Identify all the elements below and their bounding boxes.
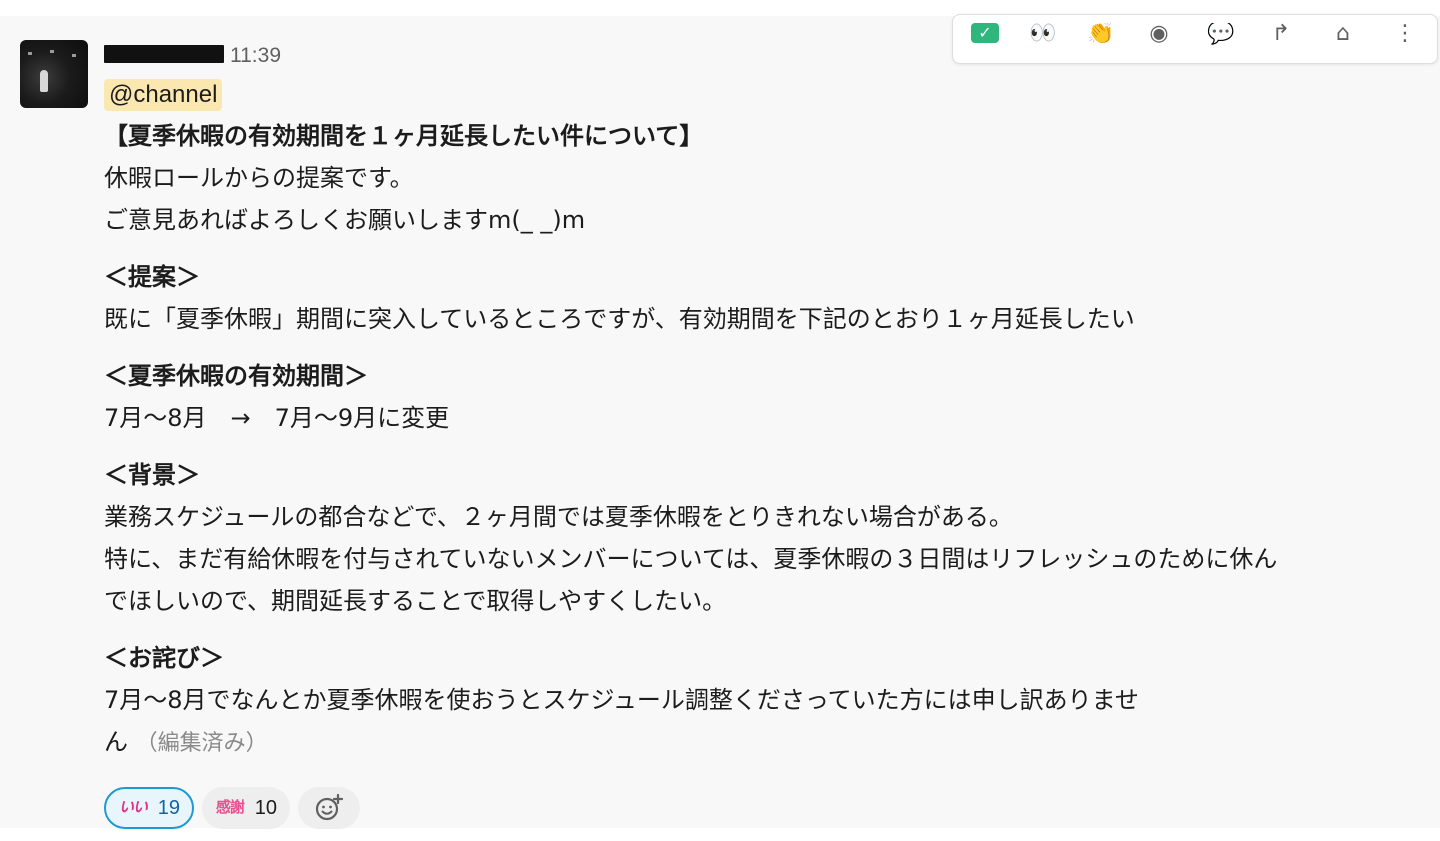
wow-emoji-icon: いいね! <box>118 799 148 816</box>
reaction-count: 10 <box>254 797 277 819</box>
avatar[interactable] <box>20 40 88 108</box>
text-line: 休暇ロールからの提案です。 <box>104 164 414 192</box>
text-line: 特に、まだ有給休暇を付与されていないメンバーについては、夏季休暇の３日間はリフレ… <box>104 545 1278 573</box>
clapping-hands-icon[interactable]: 👏 <box>1083 23 1119 47</box>
reaction-count: 19 <box>157 797 180 819</box>
text-line: 7月〜8月 → 7月〜9月に変更 <box>104 404 450 432</box>
sender-name[interactable]: ████████ <box>104 45 224 63</box>
comment-icon[interactable]: 💬 <box>1203 23 1239 47</box>
section-heading-background: ＜背景＞ <box>104 461 200 489</box>
text-line-last: ん （編集済み） <box>104 727 268 759</box>
avatar-figure <box>40 70 48 92</box>
text-line: 7月〜8月でなんとか夏季休暇を使おうとスケジュール調整くださっていた方には申し訳… <box>104 686 1139 714</box>
section-heading-apology: ＜お詫び＞ <box>104 644 224 672</box>
reaction-thanks[interactable]: 感謝 10 <box>202 787 290 829</box>
share-icon[interactable]: ↱ <box>1263 23 1299 47</box>
text-line: 既に「夏季休暇」期間に突入しているところですが、有効期間を下記のとおり１ヶ月延長… <box>104 305 1135 333</box>
text-line: ご意見あればよろしくお願いしますm(_ _)m <box>104 206 586 234</box>
edited-label: （編集済み） <box>135 731 268 756</box>
message-row[interactable]: ████████ 11:39 @channel ✓ 👀 👏 ◉ 💬 ↱ ⌂ ⋮ … <box>0 14 1440 829</box>
text-line: 業務スケジュールの都合などで、２ヶ月間では夏季休暇をとりきれない場合がある。 <box>104 503 1013 531</box>
text-fragment: ん <box>104 728 128 756</box>
reaction-wow[interactable]: いいね! 19 <box>104 787 194 829</box>
timestamp[interactable]: 11:39 <box>230 44 281 68</box>
bookmark-icon[interactable]: ⌂ <box>1325 23 1361 47</box>
message-title: 【夏季休暇の有効期間を１ヶ月延長したい件について】 <box>104 122 704 150</box>
check-mark-icon[interactable]: ✓ <box>967 23 1003 47</box>
eyes-icon[interactable]: 👀 <box>1025 23 1061 47</box>
message-actions-toolbar: ✓ 👀 👏 ◉ 💬 ↱ ⌂ ⋮ <box>952 14 1438 64</box>
record-icon[interactable]: ◉ <box>1141 23 1177 47</box>
thanks-emoji-icon: 感謝 <box>215 799 245 816</box>
section-heading-proposal: ＜提案＞ <box>104 263 200 291</box>
section-heading-period: ＜夏季休暇の有効期間＞ <box>104 362 368 390</box>
channel-mention[interactable]: @channel <box>104 79 223 111</box>
add-reaction-button[interactable] <box>298 787 360 829</box>
add-reaction-icon <box>315 793 344 821</box>
more-icon[interactable]: ⋮ <box>1387 23 1423 47</box>
text-line: でほしいので、期間延長することで取得しやすくしたい。 <box>104 587 727 615</box>
